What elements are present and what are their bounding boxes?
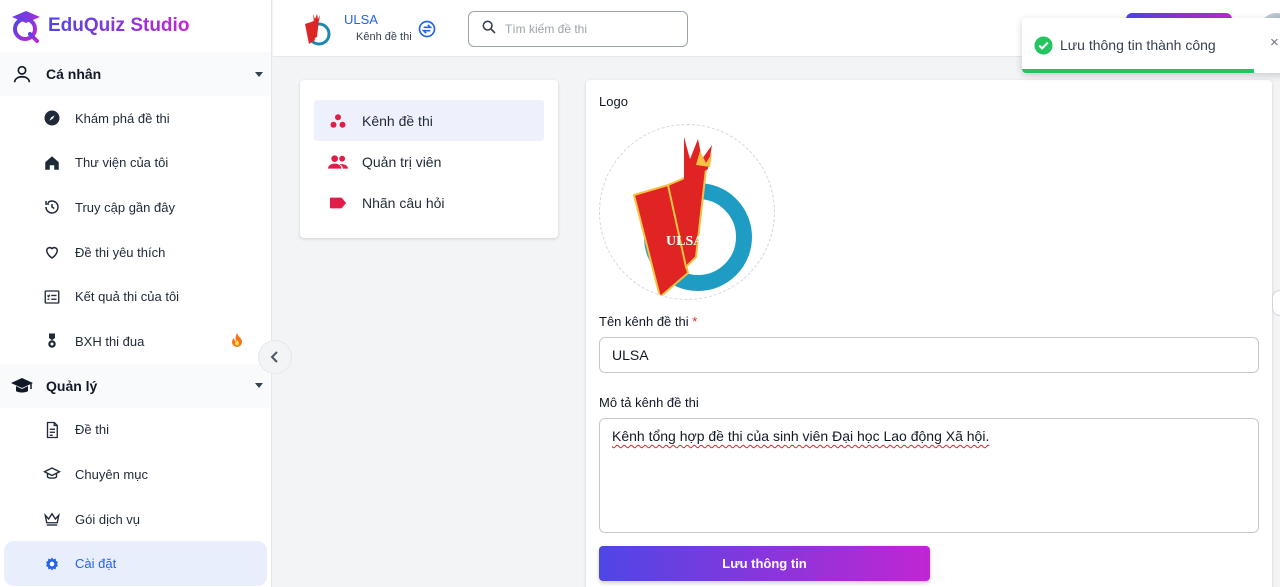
- settings-menu-admins[interactable]: Quản trị viên: [314, 141, 544, 182]
- tag-icon: [328, 193, 348, 213]
- sidebar-item-categories[interactable]: Chuyên mục: [0, 452, 271, 497]
- settings-menu-label: Nhãn câu hỏi: [362, 194, 445, 211]
- search-input[interactable]: [505, 22, 675, 36]
- fire-icon: [231, 332, 243, 352]
- sidebar-item-recent[interactable]: Truy cập gần đây: [0, 185, 271, 230]
- chevron-down-icon: [255, 71, 263, 77]
- sidebar-item-label: Chuyên mục: [75, 466, 148, 482]
- sidebar-item-plans[interactable]: Gói dịch vụ: [0, 497, 271, 542]
- sidebar-item-library[interactable]: Thư viện của tôi: [0, 141, 271, 186]
- graduation-cap-icon: [10, 374, 34, 398]
- channel-logo-icon[interactable]: [303, 12, 331, 46]
- search-box[interactable]: [468, 11, 688, 47]
- sidebar-item-exams[interactable]: Đề thi: [0, 408, 271, 453]
- check-circle-icon: [1034, 36, 1053, 55]
- sidebar-group-label: Quản lý: [46, 377, 98, 394]
- settings-menu-channel[interactable]: Kênh đề thi: [314, 100, 544, 141]
- channel-settings-form: Logo ULSA Tên kênh đề thi * Mô tả kênh đ…: [586, 80, 1272, 587]
- cap-outline-icon: [42, 464, 62, 484]
- users-icon: [328, 152, 348, 172]
- user-icon: [10, 62, 34, 86]
- channel-dots-icon: [328, 111, 348, 131]
- sidebar-item-label: Kết quả thi của tôi: [75, 289, 180, 305]
- name-label-text: Tên kênh đề thi: [599, 314, 689, 329]
- logo-text: ULSA: [666, 234, 704, 249]
- description-label: Mô tả kênh đề thi: [599, 395, 699, 410]
- channel-subtitle: Kênh đề thi: [356, 31, 412, 43]
- settings-menu-label: Quản trị viên: [362, 153, 442, 170]
- sidebar-item-settings[interactable]: Cài đặt: [4, 541, 267, 586]
- sidebar-item-label: Đề thi yêu thích: [75, 244, 166, 260]
- settings-menu-tags[interactable]: Nhãn câu hỏi: [314, 182, 544, 223]
- sidebar-item-label: Gói dịch vụ: [75, 511, 141, 527]
- collapse-sidebar-button[interactable]: [258, 340, 292, 374]
- home-icon: [42, 153, 62, 173]
- logo-upload[interactable]: ULSA: [599, 124, 775, 300]
- sidebar-item-leaderboard[interactable]: BXH thi đua: [0, 319, 271, 364]
- sidebar-group-personal[interactable]: Cá nhân: [0, 52, 271, 96]
- name-label: Tên kênh đề thi *: [599, 314, 697, 329]
- ulsa-logo-image: ULSA: [632, 137, 752, 299]
- logo-label: Logo: [599, 94, 628, 109]
- sidebar-item-explore[interactable]: Khám phá đề thi: [0, 96, 271, 141]
- sidebar-item-label: Cài đặt: [75, 556, 117, 572]
- search-icon: [481, 19, 497, 40]
- sidebar-item-label: Đề thi: [75, 422, 109, 438]
- chevron-left-icon: [270, 351, 278, 363]
- channel-description-field[interactable]: Kênh tổng hợp đề thi của sinh viên Đại h…: [599, 418, 1259, 533]
- gear-icon: [42, 554, 62, 574]
- graduation-q-logo-icon: [8, 8, 44, 44]
- switch-channel-icon[interactable]: [417, 19, 437, 39]
- settings-menu: Kênh đề thi Quản trị viên Nhãn câu hỏi: [300, 80, 558, 238]
- sidebar-item-label: Thư viện của tôi: [75, 155, 169, 171]
- edge-drawer-handle[interactable]: [1272, 290, 1280, 316]
- sidebar-item-favorites[interactable]: Đề thi yêu thích: [0, 230, 271, 275]
- sidebar-group-manage[interactable]: Quản lý: [0, 363, 271, 408]
- channel-name[interactable]: ULSA: [344, 12, 378, 27]
- checklist-icon: [42, 287, 62, 307]
- chevron-down-icon: [255, 383, 263, 389]
- toast-message: Lưu thông tin thành công: [1060, 37, 1216, 53]
- sidebar-item-label: Truy cập gần đây: [75, 199, 175, 215]
- close-icon[interactable]: ×: [1270, 34, 1279, 51]
- brand[interactable]: EduQuiz Studio: [0, 0, 271, 52]
- sidebar-item-results[interactable]: Kết quả thi của tôi: [0, 274, 271, 319]
- success-toast: Lưu thông tin thành công ×: [1022, 18, 1280, 73]
- document-icon: [42, 420, 62, 440]
- save-button[interactable]: Lưu thông tin: [599, 546, 930, 581]
- sidebar: EduQuiz Studio Cá nhân Khám phá đề thi T…: [0, 0, 272, 587]
- settings-menu-label: Kênh đề thi: [362, 112, 433, 129]
- sidebar-item-label: Khám phá đề thi: [75, 110, 170, 126]
- brand-name: EduQuiz Studio: [48, 15, 190, 36]
- crown-icon: [42, 509, 62, 529]
- medal-icon: [42, 331, 62, 351]
- toast-progress-bar: [1022, 69, 1254, 73]
- sidebar-group-label: Cá nhân: [46, 66, 102, 82]
- heart-icon: [42, 242, 62, 262]
- required-mark: *: [692, 314, 698, 329]
- history-icon: [42, 197, 62, 217]
- compass-icon: [42, 108, 62, 128]
- sidebar-item-label: BXH thi đua: [75, 333, 145, 349]
- channel-name-field[interactable]: [599, 337, 1259, 373]
